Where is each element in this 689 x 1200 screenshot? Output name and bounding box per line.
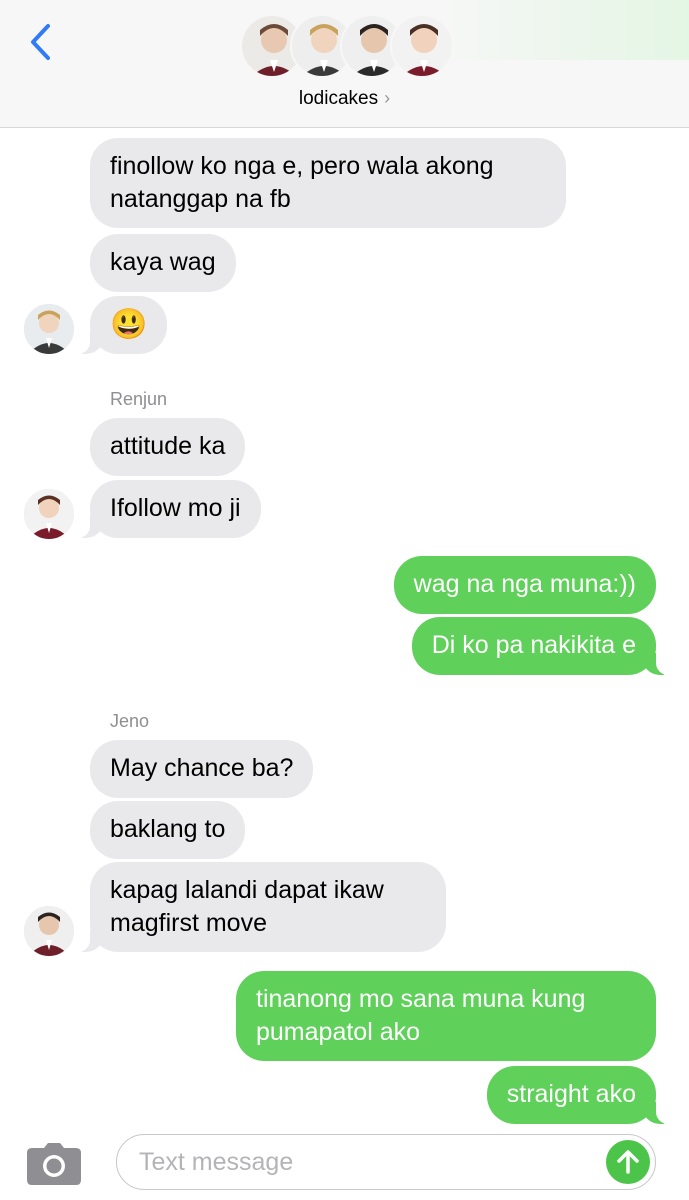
sender-name: Jeno xyxy=(110,711,150,731)
group-avatar xyxy=(390,14,454,78)
message-line: pumapatol ako xyxy=(256,1018,421,1046)
message-bubble[interactable]: kapag lalandi dapat ikaw magfirst move xyxy=(76,862,446,952)
message-text: kaya wag xyxy=(110,248,216,276)
avatar[interactable] xyxy=(24,906,74,956)
message-bubble[interactable]: kaya wag xyxy=(90,234,236,292)
message-input[interactable] xyxy=(116,1134,656,1190)
message-bubble[interactable]: Di ko pa nakikita e xyxy=(411,617,671,675)
message-text: Ifollow mo ji xyxy=(110,494,241,522)
message-text: straight ako xyxy=(506,1080,636,1108)
message-bubble[interactable]: 😃 xyxy=(75,296,168,354)
send-button[interactable] xyxy=(606,1140,650,1184)
message-bubble[interactable]: finollow ko nga e, pero wala akong natan… xyxy=(90,138,566,228)
message-line: tinanong mo sana muna kung xyxy=(256,985,586,1013)
conversation-header: lodicakes › xyxy=(0,0,689,128)
chevron-right-icon: › xyxy=(384,88,391,108)
message-bubble[interactable]: Ifollow mo ji xyxy=(76,480,261,538)
message-bubble[interactable]: baklang to xyxy=(90,801,246,859)
group-avatars[interactable] xyxy=(240,14,454,80)
chevron-left-icon xyxy=(31,24,50,60)
message-bubble[interactable]: tinanong mo sana muna kung pumapatol ako xyxy=(236,971,656,1061)
composer-bar xyxy=(0,1126,689,1200)
emoji: 😃 xyxy=(110,308,148,341)
avatar[interactable] xyxy=(24,304,74,354)
message-bubble[interactable]: May chance ba? xyxy=(90,740,314,798)
message-line: kapag lalandi dapat ikaw xyxy=(110,876,384,904)
message-line: finollow ko nga e, pero wala akong xyxy=(110,152,494,180)
conversation-title[interactable]: lodicakes › xyxy=(0,88,689,110)
message-text: May chance ba? xyxy=(110,754,294,782)
sender-name: Renjun xyxy=(110,389,168,409)
back-button[interactable] xyxy=(22,20,58,64)
message-text: baklang to xyxy=(110,815,226,843)
message-line: magfirst move xyxy=(110,909,267,937)
message-text: wag na nga muna:)) xyxy=(413,570,636,598)
message-bubble[interactable]: straight ako xyxy=(486,1066,671,1124)
avatar[interactable] xyxy=(24,489,74,539)
message-line: natanggap na fb xyxy=(110,185,291,213)
arrow-up-icon xyxy=(617,1150,639,1174)
message-bubble[interactable]: attitude ka xyxy=(90,418,246,476)
camera-icon xyxy=(27,1143,81,1185)
message-text: attitude ka xyxy=(110,432,226,460)
message-text: Di ko pa nakikita e xyxy=(431,631,636,659)
camera-button[interactable] xyxy=(26,1142,82,1186)
message-bubble[interactable]: wag na nga muna:)) xyxy=(393,556,656,614)
header-decoration xyxy=(429,0,689,60)
title-text: lodicakes xyxy=(298,88,379,109)
